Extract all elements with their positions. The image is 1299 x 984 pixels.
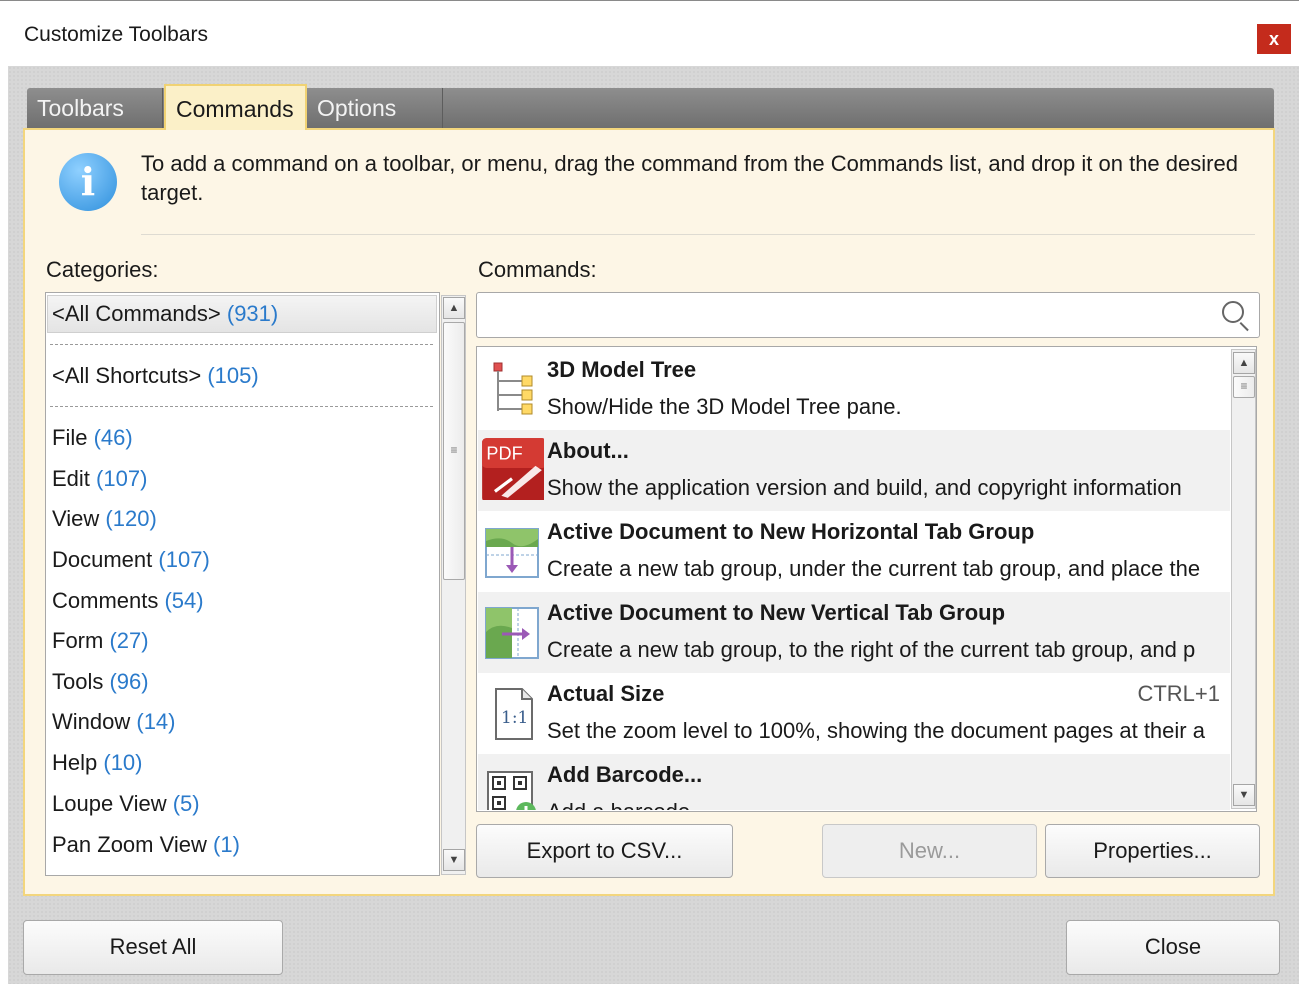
- category-name: View: [52, 506, 100, 531]
- category-item-edit[interactable]: Edit (107): [52, 464, 147, 494]
- category-separator: [50, 344, 433, 345]
- category-name: Document: [52, 547, 153, 572]
- grip-icon: ≡: [1240, 379, 1248, 393]
- category-item-form[interactable]: Form (27): [52, 626, 149, 656]
- properties-button[interactable]: Properties...: [1045, 824, 1260, 878]
- category-item-pan-zoom-view[interactable]: Pan Zoom View (1): [52, 830, 240, 860]
- command-description: Show the application version and build, …: [547, 475, 1182, 500]
- export-csv-button[interactable]: Export to CSV...: [476, 824, 733, 878]
- category-count: (46): [93, 425, 133, 450]
- category-item-all-shortcuts[interactable]: <All Shortcuts> (105): [52, 361, 259, 391]
- category-count: (96): [109, 669, 149, 694]
- search-icon[interactable]: [1222, 301, 1244, 323]
- pdf-logo-icon: PDF: [482, 438, 544, 500]
- model-tree-icon: [493, 362, 533, 415]
- command-search-input[interactable]: [476, 292, 1260, 338]
- vertical-tab-group-icon: [485, 607, 539, 659]
- command-title: 3D Model Tree: [547, 357, 697, 382]
- category-count: (54): [164, 588, 204, 613]
- categories-label: Categories:: [46, 257, 159, 282]
- category-name: Loupe View: [52, 791, 167, 816]
- grip-icon: ≡: [450, 443, 458, 457]
- category-item-comments[interactable]: Comments (54): [52, 586, 204, 616]
- category-item-help[interactable]: Help (10): [52, 748, 143, 778]
- category-item-loupe-view[interactable]: Loupe View (5): [52, 789, 200, 819]
- tab-commands[interactable]: Commands: [164, 84, 307, 130]
- commands-label: Commands:: [478, 257, 597, 282]
- category-count: (10): [103, 750, 143, 775]
- category-item-tools[interactable]: Tools (96): [52, 667, 149, 697]
- command-shortcut: CTRL+1: [1137, 681, 1220, 706]
- command-item[interactable]: 1:1 Actual Size CTRL+1 Set the zoom leve…: [478, 673, 1230, 754]
- category-count: (107): [158, 547, 210, 572]
- command-description: Create a new tab group, to the right of …: [547, 637, 1196, 662]
- command-title: Actual Size: [547, 681, 665, 706]
- command-description: Show/Hide the 3D Model Tree pane.: [547, 394, 902, 419]
- tab-toolbars[interactable]: Toolbars: [27, 88, 163, 128]
- category-item-all-commands[interactable]: <All Commands> (931): [52, 299, 278, 329]
- info-icon: i: [59, 153, 117, 211]
- barcode-icon: [487, 771, 536, 810]
- category-name: File: [52, 425, 88, 450]
- category-name: Tools: [52, 669, 104, 694]
- category-count: (931): [226, 301, 279, 326]
- info-message: To add a command on a toolbar, or menu, …: [141, 151, 1238, 205]
- command-item[interactable]: 3D Model Tree Show/Hide the 3D Model Tre…: [478, 349, 1230, 430]
- command-title: Active Document to New Horizontal Tab Gr…: [547, 519, 1035, 544]
- command-title: About...: [547, 438, 629, 463]
- category-item-window[interactable]: Window (14): [52, 707, 176, 737]
- command-title: Active Document to New Vertical Tab Grou…: [547, 600, 1006, 625]
- command-title: Add Barcode...: [547, 762, 703, 787]
- tab-options[interactable]: Options: [307, 88, 443, 128]
- command-item[interactable]: Active Document to New Vertical Tab Grou…: [478, 592, 1230, 673]
- actual-size-icon: 1:1: [495, 688, 533, 740]
- category-count: (5): [172, 791, 200, 816]
- category-name: Pan Zoom View: [52, 832, 207, 857]
- reset-all-button[interactable]: Reset All: [23, 920, 283, 975]
- close-button[interactable]: Close: [1066, 920, 1280, 975]
- commands-scrollbar[interactable]: [1231, 349, 1256, 809]
- category-item-document[interactable]: Document (107): [52, 545, 210, 575]
- title-bar: Customize Toolbars x: [0, 0, 1299, 66]
- category-name: Form: [52, 628, 104, 653]
- horizontal-tab-group-icon: [485, 528, 539, 578]
- divider: [141, 234, 1255, 235]
- svg-text:PDF: PDF: [486, 443, 522, 463]
- scroll-up-icon[interactable]: ▲: [443, 297, 465, 319]
- category-name: Help: [52, 750, 98, 775]
- category-item-file[interactable]: File (46): [52, 423, 133, 453]
- category-count: (1): [213, 832, 240, 857]
- category-count: (14): [136, 709, 176, 734]
- scroll-up-icon[interactable]: ▲: [1233, 352, 1255, 374]
- scroll-down-icon[interactable]: ▼: [443, 849, 465, 871]
- category-name: Window: [52, 709, 131, 734]
- category-name: Edit: [52, 466, 90, 491]
- command-description: Set the zoom level to 100%, showing the …: [547, 718, 1205, 743]
- category-count: (105): [207, 363, 259, 388]
- category-count: (27): [109, 628, 149, 653]
- category-count: (120): [105, 506, 157, 531]
- scroll-down-icon[interactable]: ▼: [1233, 784, 1255, 806]
- category-count: (107): [96, 466, 148, 491]
- category-name: Comments: [52, 588, 159, 613]
- category-name: <All Shortcuts>: [52, 363, 202, 388]
- category-name: <All Commands>: [52, 301, 221, 326]
- command-item[interactable]: PDF About... Show the application versio…: [478, 430, 1230, 511]
- close-window-button[interactable]: x: [1257, 24, 1291, 54]
- category-separator: [50, 406, 433, 407]
- command-description: Add a barcode: [547, 799, 690, 810]
- command-item[interactable]: Active Document to New Horizontal Tab Gr…: [478, 511, 1230, 592]
- command-item[interactable]: Add Barcode... Add a barcode: [478, 754, 1230, 810]
- category-item-view[interactable]: View (120): [52, 504, 157, 534]
- svg-text:1:1: 1:1: [501, 708, 528, 728]
- window-title: Customize Toolbars: [24, 23, 209, 46]
- new-button[interactable]: New...: [822, 824, 1037, 878]
- command-description: Create a new tab group, under the curren…: [547, 556, 1201, 581]
